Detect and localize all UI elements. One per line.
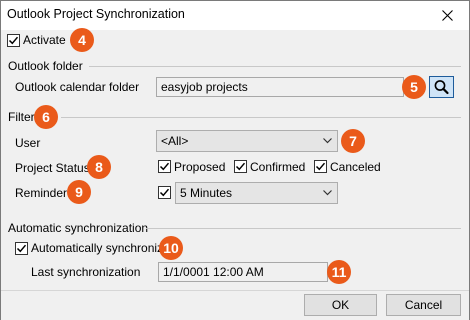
sync-dialog: Outlook Project Synchronization Activate… (0, 0, 470, 320)
auto-sync-section-label: Automatic synchronization (8, 221, 149, 235)
user-label: User (15, 136, 41, 150)
last-sync-field[interactable]: 1/1/0001 12:00 AM (158, 262, 328, 282)
reminder-label: Reminder (15, 186, 68, 200)
callout-badge-6: 6 (34, 105, 58, 129)
callout-badge-8: 8 (87, 155, 111, 179)
calendar-folder-label: Outlook calendar folder (15, 80, 140, 94)
dialog-footer: OK Cancel (1, 290, 469, 320)
title-bar: Outlook Project Synchronization (1, 1, 469, 30)
browse-folder-button[interactable] (429, 76, 454, 98)
checkmark-icon (235, 162, 246, 171)
status-canceled-checkbox[interactable] (314, 160, 327, 173)
callout-badge-9: 9 (67, 180, 91, 204)
outlook-folder-separator (89, 66, 461, 67)
window-title: Outlook Project Synchronization (7, 7, 185, 21)
callout-badge-10: 10 (159, 236, 183, 260)
auto-sync-checkbox[interactable] (15, 242, 28, 255)
reminder-select[interactable]: 5 Minutes (175, 182, 338, 204)
filter-section-label: Filter (8, 110, 35, 124)
callout-badge-7: 7 (341, 129, 365, 153)
ok-button[interactable]: OK (304, 294, 377, 316)
checkmark-icon (159, 188, 170, 197)
calendar-folder-field[interactable]: easyjob projects (156, 77, 404, 97)
project-status-label: Project Status (15, 161, 90, 175)
close-button[interactable] (425, 1, 469, 30)
reminder-select-value: 5 Minutes (180, 186, 233, 200)
last-sync-label: Last synchronization (31, 265, 141, 279)
search-icon (434, 80, 449, 95)
status-canceled-label[interactable]: Canceled (330, 160, 381, 174)
checkmark-icon (315, 162, 326, 171)
filter-separator (61, 117, 461, 118)
auto-sync-label[interactable]: Automatically synchronize (31, 241, 170, 255)
outlook-folder-section-label: Outlook folder (8, 59, 83, 73)
callout-badge-4: 4 (70, 28, 94, 52)
activate-checkbox[interactable] (7, 34, 20, 47)
checkmark-icon (8, 36, 19, 45)
status-confirmed-checkbox[interactable] (234, 160, 247, 173)
chevron-down-icon (323, 190, 332, 196)
callout-badge-11: 11 (327, 260, 351, 284)
status-proposed-label[interactable]: Proposed (174, 160, 225, 174)
close-icon (441, 10, 453, 21)
checkmark-icon (16, 244, 27, 253)
cancel-button[interactable]: Cancel (386, 294, 461, 316)
reminder-checkbox[interactable] (158, 186, 171, 199)
callout-badge-5: 5 (402, 75, 426, 99)
auto-sync-separator (146, 228, 461, 229)
chevron-down-icon (323, 138, 332, 144)
activate-label[interactable]: Activate (23, 33, 66, 47)
user-select-value: <All> (161, 134, 189, 148)
status-confirmed-label[interactable]: Confirmed (250, 160, 305, 174)
checkmark-icon (159, 162, 170, 171)
user-select[interactable]: <All> (156, 130, 338, 152)
status-proposed-checkbox[interactable] (158, 160, 171, 173)
